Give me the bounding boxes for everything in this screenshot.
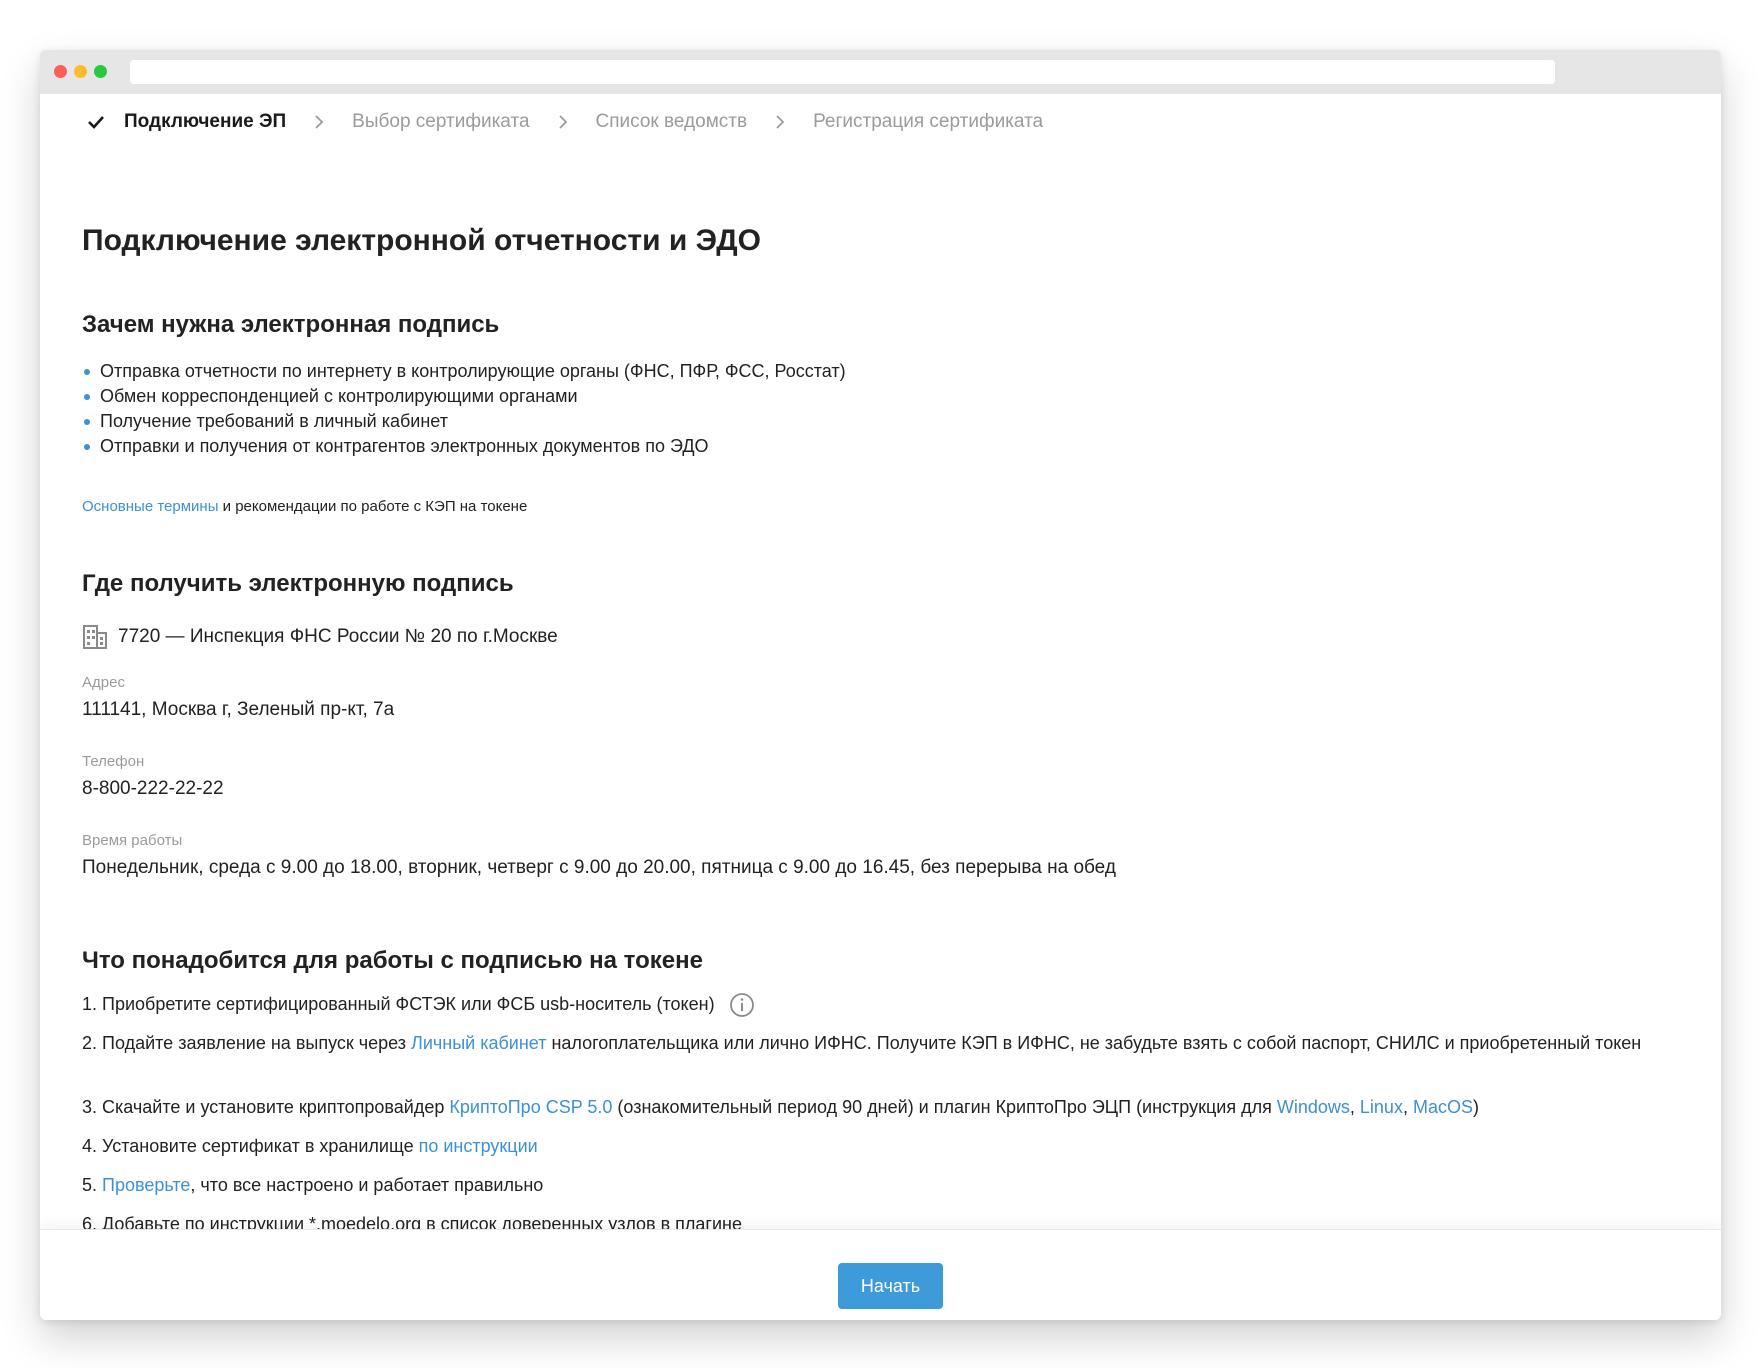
requirement-3: 3. Скачайте и установите криптопровайдер…	[82, 1094, 1682, 1120]
office-name: 7720 — Инспекция ФНС России № 20 по г.Мо…	[118, 626, 558, 647]
requirement-5: 5. Проверьте, что все настроено и работа…	[82, 1172, 1682, 1198]
maximize-window-button[interactable]	[94, 65, 107, 78]
browser-titlebar	[40, 50, 1721, 94]
address-label: Адрес	[82, 674, 125, 691]
section-heading-where: Где получить электронную подпись	[82, 570, 514, 597]
requirement-4: 4. Установите сертификат в хранилище по …	[82, 1133, 1682, 1159]
step-connect-ep[interactable]: Подключение ЭП	[82, 111, 286, 133]
step-agencies-list[interactable]: Список ведомств	[596, 111, 748, 133]
list-item: Получение требований в личный кабинет	[82, 409, 846, 434]
chevron-right-icon	[315, 115, 324, 129]
building-icon	[83, 625, 107, 649]
personal-account-link[interactable]: Личный кабинет	[411, 1033, 546, 1053]
hours-label: Время работы	[82, 832, 183, 849]
terms-link[interactable]: Основные термины	[82, 498, 218, 515]
why-list: Отправка отчетности по интернету в контр…	[82, 359, 846, 459]
stepper: Подключение ЭП Выбор сертификата Список …	[82, 94, 1043, 150]
linux-instruction-link[interactable]: Linux	[1360, 1097, 1403, 1117]
step-label: Подключение ЭП	[124, 111, 287, 132]
address-bar[interactable]	[130, 60, 1555, 84]
footer-bar: Начать	[40, 1229, 1721, 1320]
list-item: Отправки и получения от контрагентов эле…	[82, 434, 846, 459]
phone-value: 8-800-222-22-22	[82, 778, 224, 799]
chevron-right-icon	[558, 115, 567, 129]
install-instruction-link[interactable]: по инструкции	[419, 1136, 538, 1156]
requirement-text: 2. Подайте заявление на выпуск через	[82, 1033, 412, 1053]
section-heading-requirements: Что понадобится для работы с подписью на…	[82, 947, 703, 974]
macos-instruction-link[interactable]: MacOS	[1413, 1097, 1473, 1117]
requirement-text: (ознакомительный период 90 дней) и плаги…	[612, 1097, 1277, 1117]
cryptopro-csp-link[interactable]: КриптоПро CSP 5.0	[449, 1097, 612, 1117]
chevron-right-icon	[776, 115, 785, 129]
step-label: Выбор сертификата	[352, 111, 530, 132]
start-button[interactable]: Начать	[838, 1263, 943, 1309]
requirement-text: 4. Установите сертификат в хранилище	[82, 1136, 419, 1156]
requirement-text: )	[1472, 1097, 1479, 1117]
check-setup-link[interactable]: Проверьте	[102, 1175, 190, 1195]
requirement-text: 1. Приобретите сертифицированный ФСТЭК и…	[82, 994, 715, 1014]
requirement-1: 1. Приобретите сертифицированный ФСТЭК и…	[82, 991, 1682, 1018]
address-value: 111141, Москва г, Зеленый пр-кт, 7а	[82, 699, 395, 720]
windows-instruction-link[interactable]: Windows	[1277, 1097, 1350, 1117]
info-icon[interactable]	[729, 992, 755, 1018]
terms-text: и рекомендации по работе с КЭП на токене	[218, 498, 528, 515]
step-label: Список ведомств	[595, 111, 748, 132]
requirement-text: налогоплательщика или лично ИФНС. Получи…	[546, 1033, 1642, 1053]
close-window-button[interactable]	[54, 65, 67, 78]
list-item: Обмен корреспонденцией с контролирующими…	[82, 384, 846, 409]
requirement-text: 3. Скачайте и установите криптопровайдер	[82, 1097, 450, 1117]
tax-office: 7720 — Инспекция ФНС России № 20 по г.Мо…	[82, 624, 558, 650]
minimize-window-button[interactable]	[74, 65, 87, 78]
check-icon	[88, 116, 104, 129]
step-register-certificate[interactable]: Регистрация сертификата	[813, 111, 1043, 133]
list-item: Отправка отчетности по интернету в контр…	[82, 359, 846, 384]
requirement-text: ,	[1402, 1097, 1413, 1117]
hours-value: Понедельник, среда с 9.00 до 18.00, втор…	[82, 857, 1116, 878]
requirement-2: 2. Подайте заявление на выпуск через Лич…	[82, 1030, 1682, 1056]
browser-window: Подключение ЭП Выбор сертификата Список …	[40, 50, 1721, 1320]
requirement-text: ,	[1349, 1097, 1360, 1117]
terms-note: Основные термины и рекомендации по работ…	[82, 498, 527, 515]
requirement-text: , что все настроено и работает правильно	[190, 1175, 544, 1195]
page-title: Подключение электронной отчетности и ЭДО	[82, 224, 761, 257]
step-choose-certificate[interactable]: Выбор сертификата	[352, 111, 529, 133]
section-heading-why: Зачем нужна электронная подпись	[82, 311, 500, 338]
step-label: Регистрация сертификата	[813, 111, 1044, 132]
phone-label: Телефон	[82, 753, 145, 770]
requirement-text: 5.	[82, 1175, 103, 1195]
